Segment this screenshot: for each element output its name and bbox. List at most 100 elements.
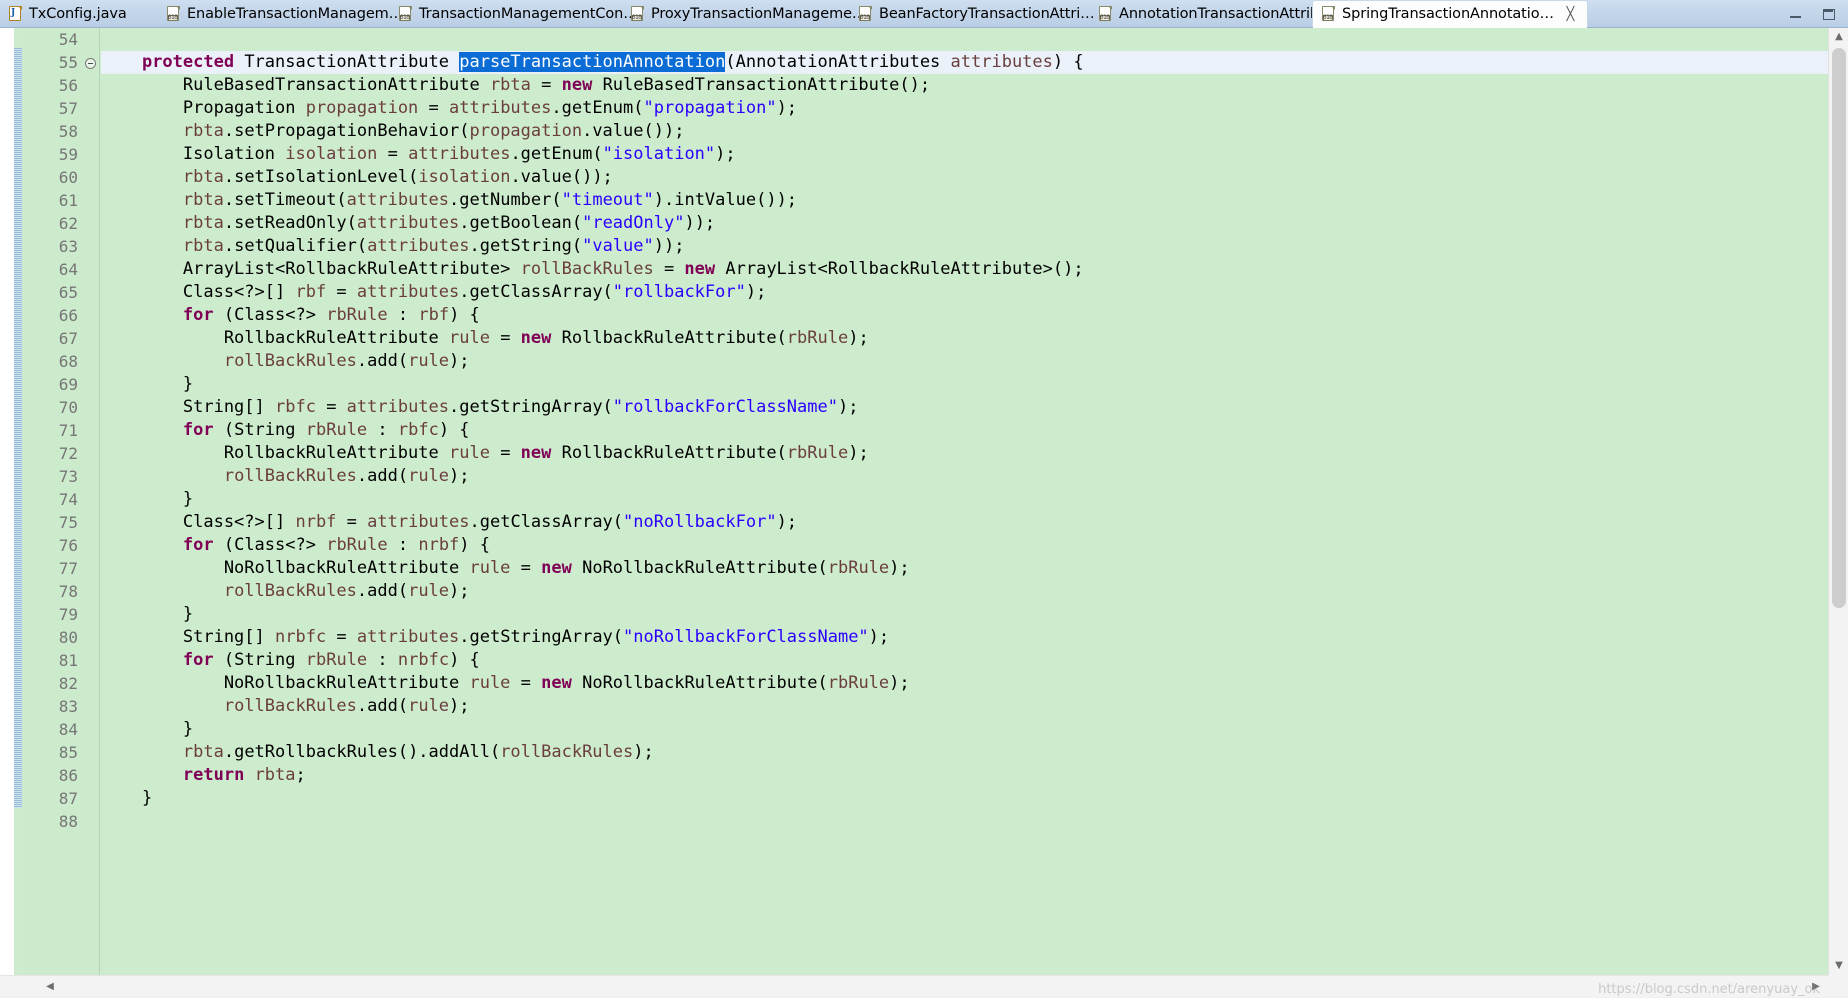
- code-line[interactable]: rollBackRules.add(rule);: [101, 350, 1828, 373]
- maximize-icon[interactable]: [1820, 7, 1836, 21]
- scroll-left-arrow-icon[interactable]: ◀: [40, 976, 60, 998]
- code-token: RollbackRuleAttribute: [101, 443, 449, 463]
- code-token: [101, 742, 183, 762]
- code-line[interactable]: String[] nrbfc = attributes.getStringArr…: [101, 626, 1828, 649]
- horizontal-scroll-thumb[interactable]: [62, 980, 1162, 994]
- code-token: }: [101, 788, 152, 808]
- code-token: ));: [654, 236, 685, 256]
- code-token: protected: [142, 52, 234, 72]
- editor-tab-0[interactable]: JTxConfig.java: [0, 0, 158, 27]
- code-token: for: [183, 650, 214, 670]
- line-number: 84: [22, 718, 99, 741]
- class-file-icon: 010: [858, 6, 873, 22]
- code-token: =: [418, 98, 449, 118]
- code-token: =: [510, 558, 541, 578]
- code-line[interactable]: rbta.setTimeout(attributes.getNumber("ti…: [101, 189, 1828, 212]
- code-line[interactable]: }: [101, 718, 1828, 741]
- class-file-icon: 010: [1098, 6, 1113, 22]
- code-token: );: [633, 742, 653, 762]
- code-token: attributes: [367, 236, 469, 256]
- marker-ruler[interactable]: [0, 28, 14, 997]
- code-line[interactable]: rbta.setReadOnly(attributes.getBoolean("…: [101, 212, 1828, 235]
- code-line[interactable]: rollBackRules.add(rule);: [101, 465, 1828, 488]
- editor-tab-3[interactable]: 010ProxyTransactionManageme…: [622, 0, 850, 27]
- code-line[interactable]: String[] rbfc = attributes.getStringArra…: [101, 396, 1828, 419]
- vertical-scroll-thumb[interactable]: [1832, 48, 1846, 608]
- close-icon[interactable]: ╳: [1564, 8, 1577, 21]
- code-line[interactable]: rbta.setQualifier(attributes.getString("…: [101, 235, 1828, 258]
- code-line[interactable]: rollBackRules.add(rule);: [101, 580, 1828, 603]
- code-editor[interactable]: 5455565758596061626364656667686970717273…: [0, 28, 1848, 997]
- editor-tab-label: BeanFactoryTransactionAttri…: [879, 6, 1095, 22]
- code-line[interactable]: rbta.getRollbackRules().addAll(rollBackR…: [101, 741, 1828, 764]
- code-token: );: [449, 351, 469, 371]
- code-token: "rollbackFor": [613, 282, 746, 302]
- code-line[interactable]: [101, 28, 1828, 51]
- line-number: 66: [22, 304, 99, 327]
- code-line[interactable]: Isolation isolation = attributes.getEnum…: [101, 143, 1828, 166]
- line-number: 80: [22, 626, 99, 649]
- code-line[interactable]: rbta.setPropagationBehavior(propagation.…: [101, 120, 1828, 143]
- editor-tab-1[interactable]: 010EnableTransactionManagem…: [158, 0, 390, 27]
- scroll-up-arrow-icon[interactable]: ▲: [1829, 28, 1848, 46]
- code-line[interactable]: Propagation propagation = attributes.get…: [101, 97, 1828, 120]
- editor-tab-label: SpringTransactionAnnotatio…: [1342, 6, 1554, 22]
- code-token: .value());: [510, 167, 612, 187]
- minimize-icon[interactable]: [1788, 7, 1804, 21]
- code-token: =: [326, 627, 357, 647]
- code-line[interactable]: }: [101, 488, 1828, 511]
- code-line[interactable]: for (String rbRule : nrbfc) {: [101, 649, 1828, 672]
- code-line[interactable]: RuleBasedTransactionAttribute rbta = new…: [101, 74, 1828, 97]
- code-line[interactable]: NoRollbackRuleAttribute rule = new NoRol…: [101, 672, 1828, 695]
- code-token: [101, 236, 183, 256]
- code-line[interactable]: rollBackRules.add(rule);: [101, 695, 1828, 718]
- line-number: 73: [22, 465, 99, 488]
- line-number: 86: [22, 764, 99, 787]
- code-token: );: [715, 144, 735, 164]
- code-line[interactable]: for (String rbRule : rbfc) {: [101, 419, 1828, 442]
- code-token: rollBackRules: [224, 696, 357, 716]
- editor-tab-6[interactable]: 010SpringTransactionAnnotatio…╳: [1312, 0, 1588, 27]
- code-token: attributes: [347, 397, 449, 417]
- code-line[interactable]: RollbackRuleAttribute rule = new Rollbac…: [101, 442, 1828, 465]
- code-line[interactable]: [101, 810, 1828, 833]
- code-line[interactable]: ArrayList<RollbackRuleAttribute> rollBac…: [101, 258, 1828, 281]
- code-line[interactable]: RollbackRuleAttribute rule = new Rollbac…: [101, 327, 1828, 350]
- code-token: NoRollbackRuleAttribute(: [572, 558, 828, 578]
- editor-tab-4[interactable]: 010BeanFactoryTransactionAttri…: [850, 0, 1090, 27]
- code-token: .getStringArray(: [459, 627, 623, 647]
- code-token: ArrayList<RollbackRuleAttribute>: [101, 259, 521, 279]
- code-line[interactable]: }: [101, 603, 1828, 626]
- editor-tab-5[interactable]: 010AnnotationTransactionAttrib…: [1090, 0, 1312, 27]
- line-number: 74: [22, 488, 99, 511]
- scroll-right-arrow-icon[interactable]: ▶: [1806, 976, 1826, 998]
- code-token: rbta: [183, 742, 224, 762]
- editor-tab-2[interactable]: 010TransactionManagementCon…: [390, 0, 622, 27]
- horizontal-scrollbar[interactable]: ◀ ▶: [0, 975, 1828, 997]
- fold-collapse-icon[interactable]: [85, 58, 96, 69]
- code-line[interactable]: return rbta;: [101, 764, 1828, 787]
- code-line[interactable]: }: [101, 787, 1828, 810]
- code-line[interactable]: NoRollbackRuleAttribute rule = new NoRol…: [101, 557, 1828, 580]
- class-file-icon: 010: [166, 6, 181, 22]
- code-text-area[interactable]: protected TransactionAttribute parseTran…: [101, 28, 1828, 997]
- code-line[interactable]: for (Class<?> rbRule : rbf) {: [101, 304, 1828, 327]
- code-line[interactable]: protected TransactionAttribute parseTran…: [101, 51, 1828, 74]
- code-token: .getEnum(: [510, 144, 602, 164]
- code-line[interactable]: for (Class<?> rbRule : nrbf) {: [101, 534, 1828, 557]
- vertical-scrollbar[interactable]: ▲ ▼: [1828, 28, 1848, 997]
- line-number: 64: [22, 258, 99, 281]
- code-line[interactable]: rbta.setIsolationLevel(isolation.value()…: [101, 166, 1828, 189]
- code-token: new: [562, 75, 593, 95]
- code-token: Isolation: [101, 144, 285, 164]
- scroll-down-arrow-icon[interactable]: ▼: [1829, 957, 1848, 975]
- code-token: rbta: [183, 213, 224, 233]
- line-number: 63: [22, 235, 99, 258]
- code-line[interactable]: Class<?>[] nrbf = attributes.getClassArr…: [101, 511, 1828, 534]
- code-token: rule: [408, 581, 449, 601]
- code-token: .getBoolean(: [459, 213, 582, 233]
- code-token: =: [490, 328, 521, 348]
- code-line[interactable]: }: [101, 373, 1828, 396]
- code-token: "timeout": [562, 190, 654, 210]
- code-line[interactable]: Class<?>[] rbf = attributes.getClassArra…: [101, 281, 1828, 304]
